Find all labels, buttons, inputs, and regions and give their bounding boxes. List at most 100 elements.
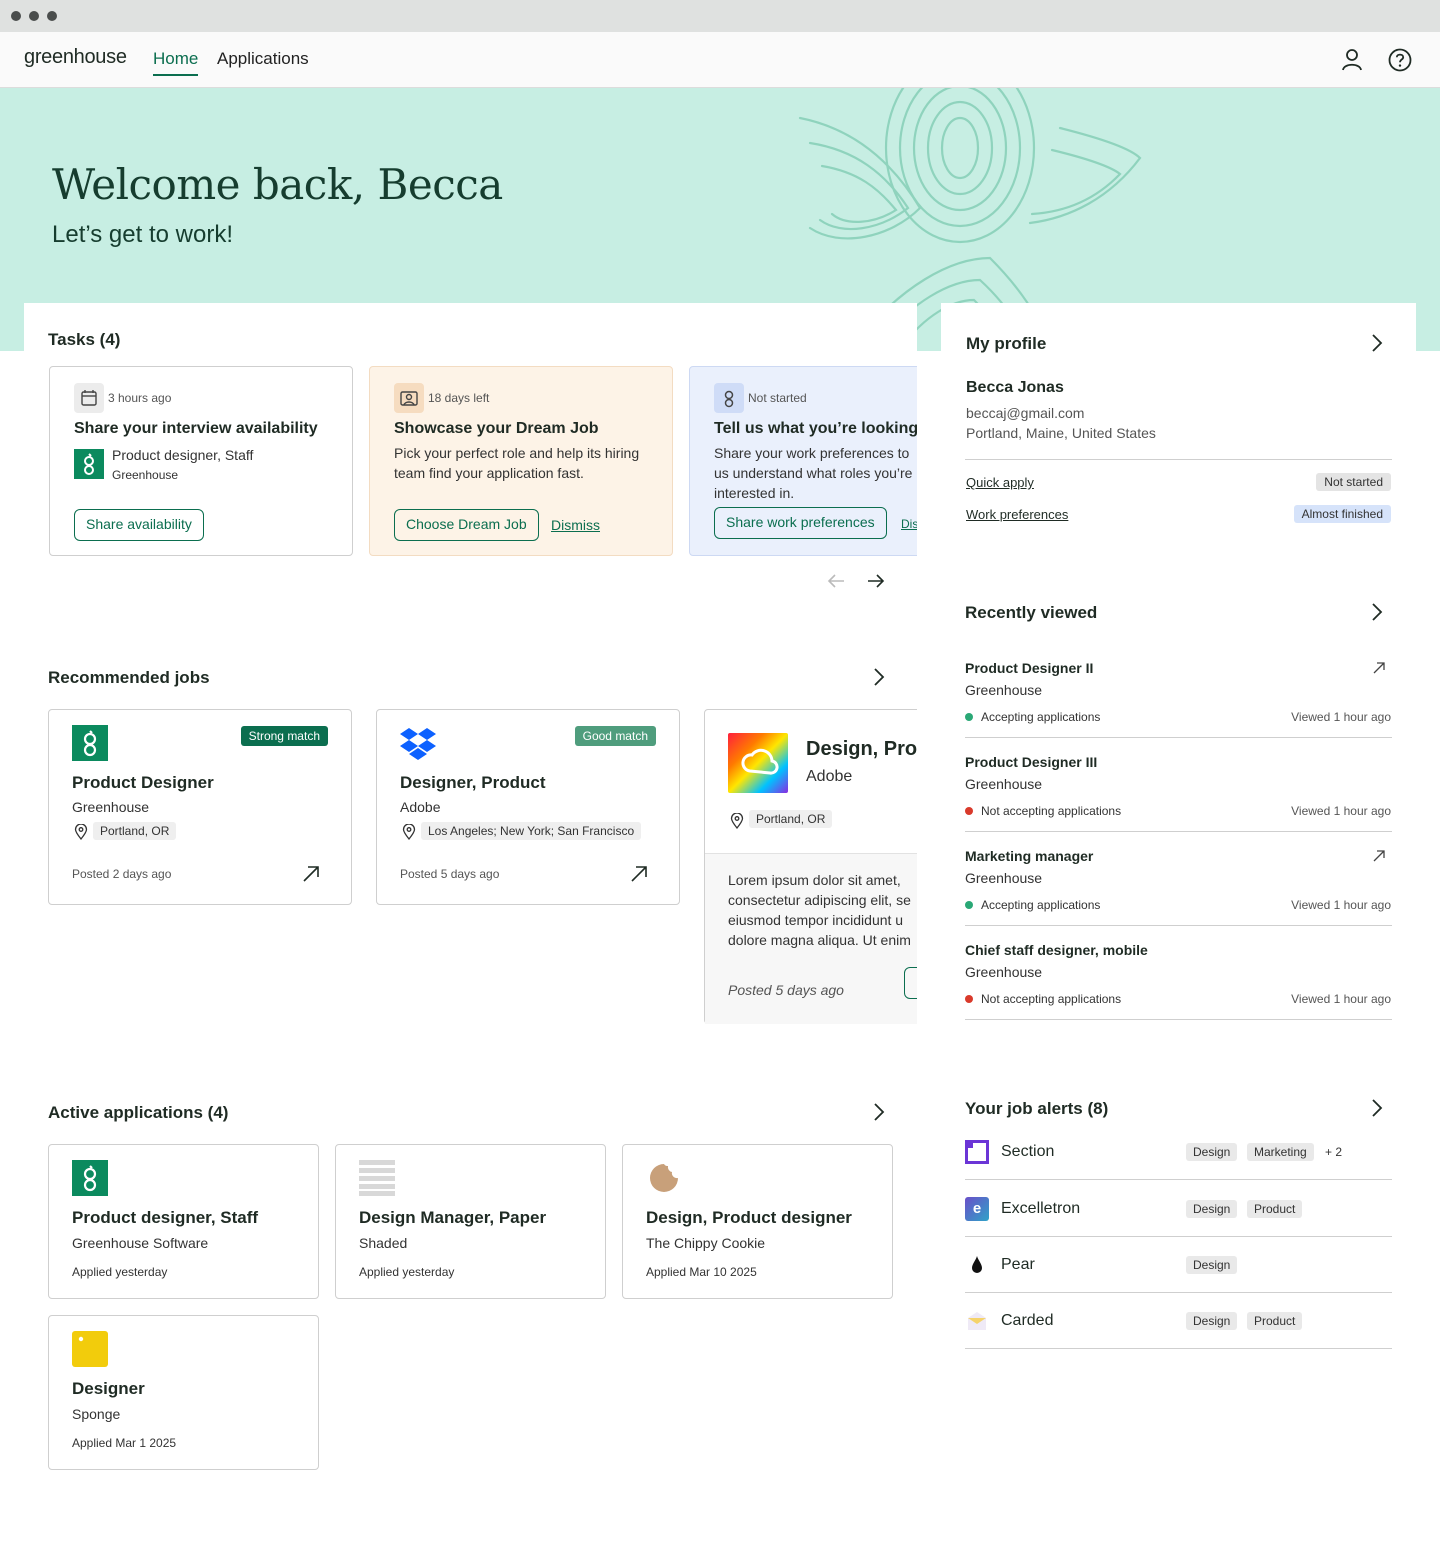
- recommended-heading: Recommended jobs: [48, 668, 210, 687]
- divider: [965, 1179, 1392, 1180]
- tasks-carousel: 3 hours ago Share your interview availab…: [48, 366, 917, 559]
- rv-company: Greenhouse: [965, 682, 1043, 698]
- dismiss-link[interactable]: Dis: [901, 517, 917, 531]
- external-link-icon[interactable]: [629, 864, 649, 884]
- share-availability-button[interactable]: Share availability: [74, 509, 204, 541]
- application-date: Applied Mar 1 2025: [72, 1436, 177, 1450]
- arrow-left-icon[interactable]: [826, 572, 846, 590]
- alert-company: Excelletron: [1001, 1200, 1081, 1217]
- status-badge: Not started: [1316, 473, 1391, 491]
- application-title: Design, Product designer: [646, 1208, 852, 1227]
- external-link-icon[interactable]: [301, 864, 321, 884]
- chevron-right-icon[interactable]: [1366, 332, 1388, 354]
- greenhouse-g-icon: [714, 383, 744, 413]
- dismiss-link[interactable]: Dismiss: [551, 517, 600, 533]
- alert-company: Pear: [1001, 1256, 1035, 1273]
- job-location: Portland, OR: [93, 822, 177, 840]
- window-dot: [29, 11, 39, 21]
- alert-tag: Product: [1247, 1312, 1303, 1330]
- job-company: Adobe: [400, 799, 441, 815]
- external-link-icon[interactable]: [1372, 849, 1386, 863]
- choose-dream-job-button[interactable]: Choose Dream Job: [394, 509, 539, 541]
- rv-status: Accepting applications: [981, 710, 1101, 724]
- location-pin-icon: [402, 824, 416, 840]
- rv-viewed: Viewed 1 hour ago: [1291, 804, 1391, 818]
- welcome-subtitle: Let’s get to work!: [52, 221, 233, 248]
- job-title: Product Designer: [72, 773, 214, 792]
- work-preferences-link[interactable]: Work preferences: [966, 507, 1068, 522]
- rv-viewed: Viewed 1 hour ago: [1291, 898, 1391, 912]
- profile-heading: My profile: [966, 334, 1047, 353]
- location-pin-icon: [74, 824, 88, 840]
- task-card: Not started Tell us what you’re looking …: [689, 366, 917, 556]
- task-job-title: Product designer, Staff: [112, 447, 254, 463]
- picture-icon: [394, 383, 424, 413]
- chevron-right-icon[interactable]: [1366, 601, 1388, 623]
- rv-title: Product Designer III: [965, 754, 1098, 770]
- rv-company: Greenhouse: [965, 870, 1043, 886]
- greenhouse-logo[interactable]: greenhouse: [24, 46, 127, 69]
- nav-home[interactable]: Home: [153, 49, 199, 76]
- user-icon[interactable]: [1339, 47, 1365, 73]
- divider: [965, 1019, 1392, 1020]
- greenhouse-logo: [72, 1160, 108, 1196]
- calendar-icon: [74, 383, 104, 413]
- application-card[interactable]: Designer Sponge Applied Mar 1 2025: [48, 1315, 319, 1470]
- profile-name: Becca Jonas: [966, 379, 1064, 396]
- application-company: The Chippy Cookie: [646, 1235, 766, 1251]
- task-title: Share your interview availability: [74, 420, 318, 437]
- nav-applications[interactable]: Applications: [217, 49, 309, 69]
- apply-button[interactable]: [904, 967, 917, 999]
- share-work-preferences-button[interactable]: Share work preferences: [714, 507, 887, 539]
- task-card: 3 hours ago Share your interview availab…: [49, 366, 353, 556]
- featured-job-card[interactable]: Design, Pro Adobe Portland, OR Lorem ips…: [704, 709, 917, 1024]
- applications-heading: Active applications (4): [48, 1103, 229, 1122]
- chevron-right-icon[interactable]: [868, 1101, 890, 1123]
- job-company: Adobe: [806, 768, 853, 785]
- pear-logo: [972, 1256, 982, 1273]
- job-card[interactable]: Strong match Product Designer Greenhouse…: [48, 709, 352, 905]
- task-title: Showcase your Dream Job: [394, 420, 599, 437]
- application-card[interactable]: Design Manager, Paper Shaded Applied yes…: [335, 1144, 606, 1299]
- external-link-icon[interactable]: [1372, 661, 1386, 675]
- application-card[interactable]: Design, Product designer The Chippy Cook…: [622, 1144, 893, 1299]
- rv-status: Not accepting applications: [981, 804, 1122, 818]
- job-alerts-heading: Your job alerts (8): [965, 1099, 1109, 1118]
- job-location: Portland, OR: [749, 810, 833, 828]
- application-date: Applied Mar 10 2025: [646, 1265, 757, 1279]
- chevron-right-icon[interactable]: [868, 666, 890, 688]
- job-company: Greenhouse: [72, 799, 150, 815]
- match-badge: Good match: [574, 726, 656, 746]
- sponge-logo: [72, 1331, 108, 1367]
- quick-apply-link[interactable]: Quick apply: [966, 475, 1034, 490]
- job-title: Designer, Product: [400, 773, 546, 792]
- alert-tag: Design: [1186, 1200, 1238, 1218]
- divider: [965, 925, 1392, 926]
- greenhouse-logo: [72, 725, 108, 761]
- window-dot: [47, 11, 57, 21]
- dropbox-logo: [400, 728, 436, 760]
- application-card[interactable]: Product designer, Staff Greenhouse Softw…: [48, 1144, 319, 1299]
- job-posted: Posted 2 days ago: [72, 867, 172, 881]
- job-posted: Posted 5 days ago: [400, 867, 500, 881]
- job-card[interactable]: Good match Designer, Product Adobe Los A…: [376, 709, 680, 905]
- creative-cloud-logo: [728, 733, 788, 793]
- status-dot: [965, 995, 973, 1003]
- greenhouse-logo: [74, 449, 104, 479]
- alert-tag: Design: [1186, 1143, 1238, 1161]
- alert-company: Carded: [1001, 1312, 1054, 1329]
- carded-logo: [968, 1312, 986, 1330]
- cookie-logo: [650, 1164, 678, 1192]
- chevron-right-icon[interactable]: [1366, 1097, 1388, 1119]
- task-meta: Not started: [748, 391, 807, 405]
- task-title: Tell us what you’re looking: [714, 420, 917, 437]
- help-icon[interactable]: [1387, 47, 1413, 73]
- rv-title: Chief staff designer, mobile: [965, 942, 1148, 958]
- top-nav: greenhouse Home Applications: [0, 32, 1440, 88]
- divider: [965, 737, 1392, 738]
- task-meta: 3 hours ago: [108, 391, 172, 405]
- status-dot: [965, 901, 973, 909]
- arrow-right-icon[interactable]: [866, 572, 886, 590]
- application-title: Design Manager, Paper: [359, 1208, 547, 1227]
- alert-tag: Marketing: [1247, 1143, 1314, 1161]
